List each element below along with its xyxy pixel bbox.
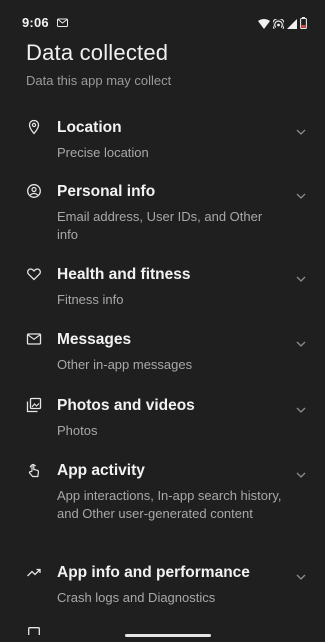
item-title: Health and fitness (57, 266, 191, 283)
list-item-app-info-and-performance[interactable]: App info and performance Crash logs and … (0, 560, 325, 610)
item-description: Fitness info (57, 292, 124, 307)
trending-up-icon (26, 564, 42, 580)
chevron-down-icon[interactable] (295, 271, 307, 282)
item-description: Precise location (57, 145, 149, 160)
chevron-down-icon[interactable] (295, 188, 307, 199)
item-title: Photos and videos (57, 397, 195, 414)
hotspot-icon (271, 16, 286, 34)
item-title: Location (57, 119, 122, 136)
page-title: Data collected (26, 40, 169, 65)
mail-icon (26, 331, 42, 347)
item-description: Other in-app messages (57, 357, 193, 372)
item-description: Email address, User IDs, and Other info (57, 209, 263, 242)
item-title: App activity (57, 462, 145, 479)
list-item-app-activity[interactable]: App activity App interactions, In-app se… (0, 458, 325, 544)
signal-icon (287, 16, 297, 34)
photo-library-icon (26, 397, 42, 413)
messages-icon (57, 15, 68, 33)
list-item-health-and-fitness[interactable]: Health and fitness Fitness info (0, 262, 325, 312)
status-icons (258, 16, 307, 34)
chevron-down-icon[interactable] (295, 569, 307, 580)
page-subtitle: Data this app may collect (26, 73, 172, 88)
item-description: Photos (57, 423, 98, 438)
account-circle-icon (26, 183, 42, 199)
list-item-location[interactable]: Location Precise location (0, 115, 325, 165)
item-description: App interactions, In-app search history,… (57, 488, 282, 521)
item-title: App info and performance (57, 564, 250, 581)
chevron-down-icon[interactable] (295, 467, 307, 478)
home-gesture-bar[interactable] (125, 634, 211, 637)
item-description: Crash logs and Diagnostics (57, 590, 216, 605)
location-pin-icon (26, 119, 42, 135)
chevron-down-icon[interactable] (295, 402, 307, 413)
wifi-icon (258, 16, 270, 34)
chevron-down-icon[interactable] (295, 336, 307, 347)
device-id-icon (28, 622, 40, 640)
list-item-personal-info[interactable]: Personal info Email address, User IDs, a… (0, 179, 325, 245)
touch-app-icon (26, 462, 42, 478)
battery-low-icon (300, 16, 307, 34)
list-item-photos-and-videos[interactable]: Photos and videos Photos (0, 393, 325, 443)
item-title: Messages (57, 331, 132, 348)
heart-icon (26, 266, 42, 282)
status-bar: 9:06 (0, 0, 325, 32)
list-item-messages[interactable]: Messages Other in-app messages (0, 327, 325, 377)
item-title: Personal info (57, 183, 156, 200)
chevron-down-icon[interactable] (295, 124, 307, 135)
status-time: 9:06 (22, 15, 49, 30)
